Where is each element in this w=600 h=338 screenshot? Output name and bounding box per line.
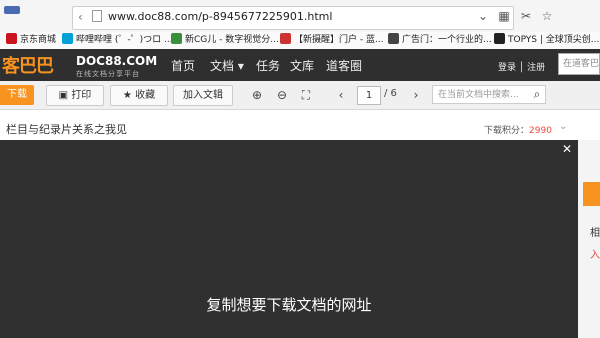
search-icon[interactable]: ⌕ (530, 87, 544, 101)
nav-library[interactable]: 文库 (290, 57, 314, 74)
nav-docs[interactable]: 文档 ▾ (210, 57, 244, 74)
fullscreen-icon[interactable]: ⛶ (299, 88, 313, 102)
add-to-collection-button[interactable]: 加入文辑 (173, 85, 233, 106)
favorite-button[interactable]: ★ 收藏 (110, 85, 168, 106)
zoom-out-icon[interactable]: ⊖ (275, 88, 289, 102)
bookmark-favicon-icon (280, 33, 291, 44)
bookmark-favicon-icon (494, 33, 505, 44)
nav-tasks[interactable]: 任务 (256, 57, 280, 74)
url-text[interactable]: www.doc88.com/p-8945677225901.html (108, 10, 332, 23)
bookmark-item[interactable]: 哔哩哔哩 (゜-゜)つロ ... (62, 32, 173, 49)
bookmark-favicon-icon (171, 33, 182, 44)
download-button[interactable]: 下载 (0, 85, 34, 105)
site-logo-en: DOC88.COM (76, 54, 158, 68)
app-icon (4, 6, 20, 14)
next-page-icon[interactable]: › (409, 88, 423, 102)
points-value: 2990 (529, 126, 552, 136)
chevron-down-icon[interactable]: ⌄ (559, 121, 567, 132)
scroll-icon[interactable]: ⌄ (476, 9, 490, 23)
page-number-input[interactable]: 1 (357, 86, 381, 105)
site-tagline: 在线文档分享平台 (76, 70, 140, 78)
bookmark-item[interactable]: 广告门：一个行业的... (388, 32, 492, 49)
site-logo[interactable]: 客巴巴 (2, 52, 54, 78)
sidebar-label: 相 (590, 228, 600, 239)
site-search-input[interactable]: 在道客巴巴 (558, 53, 600, 75)
download-points: 下载积分：2990 (484, 126, 552, 136)
right-accent-block (583, 182, 600, 206)
nav-home[interactable]: 首页 (171, 57, 195, 74)
bookmark-item[interactable]: 新CG儿 - 数字视觉分... (171, 32, 279, 49)
sidebar-item[interactable]: 入 (590, 246, 600, 261)
close-icon[interactable]: ✕ (560, 142, 574, 156)
print-button[interactable]: ▣ 打印 (46, 85, 104, 106)
star-icon[interactable]: ☆ (540, 9, 554, 23)
printer-icon: ▣ (58, 90, 72, 101)
bookmark-favicon-icon (6, 33, 17, 44)
star-icon: ★ (122, 90, 136, 101)
doc-title: 栏目与纪录片关系之我见 (6, 123, 127, 136)
page-icon (92, 10, 102, 22)
nav-circle[interactable]: 道客圈 (326, 57, 362, 74)
subtitle-caption: 复制想要下载文档的网址 (206, 296, 372, 314)
qr-icon[interactable]: ▦ (497, 9, 511, 23)
zoom-in-icon[interactable]: ⊕ (250, 88, 264, 102)
scissors-icon[interactable]: ✂ (519, 9, 533, 23)
bookmark-favicon-icon (388, 33, 399, 44)
bookmark-item[interactable]: 【新摄醒】门户 - 蓝... (280, 32, 384, 49)
doc-search-input[interactable]: 在当前文档中搜索... (432, 85, 546, 104)
back-icon[interactable]: ‹ (78, 10, 83, 24)
bookmark-item[interactable]: TOPYS | 全球顶尖创... (494, 32, 599, 49)
right-sidebar (578, 140, 600, 338)
login-register-link[interactable]: 登录 │ 注册 (498, 60, 545, 73)
bookmark-item[interactable]: 京东商城 (6, 32, 56, 49)
bookmark-favicon-icon (62, 33, 73, 44)
prev-page-icon[interactable]: ‹ (334, 88, 348, 102)
page-total: / 6 (384, 88, 397, 99)
